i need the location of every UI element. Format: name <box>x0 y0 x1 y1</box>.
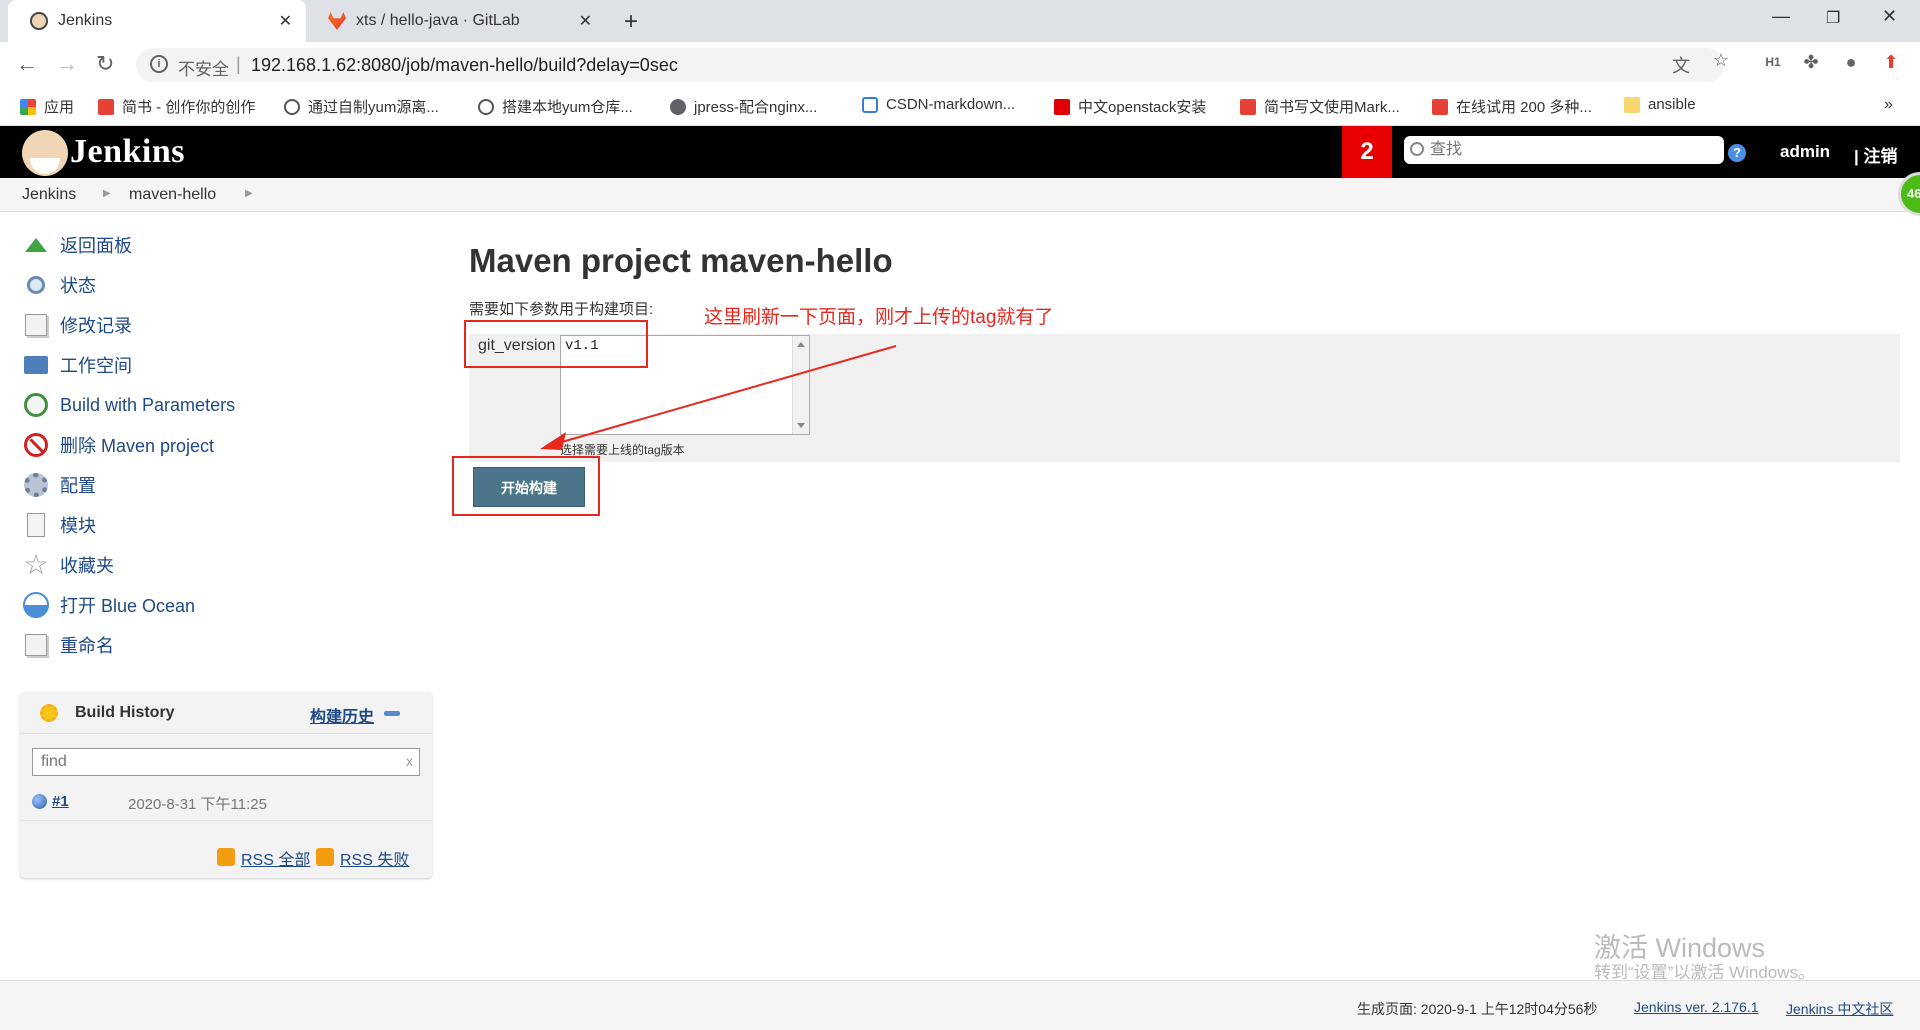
jenkins-community-link[interactable]: Jenkins 中文社区 <box>1786 999 1893 1019</box>
annotation-arrow-icon <box>540 345 897 450</box>
jenkins-version-link[interactable]: Jenkins ver. 2.176.1 <box>1634 999 1759 1015</box>
generated-timestamp: 生成页面: 2020-9-1 上午12时04分56秒 <box>1357 1001 1598 1017</box>
page-footer: 生成页面: 2020-9-1 上午12时04分56秒 Jenkins ver. … <box>0 980 1920 1030</box>
